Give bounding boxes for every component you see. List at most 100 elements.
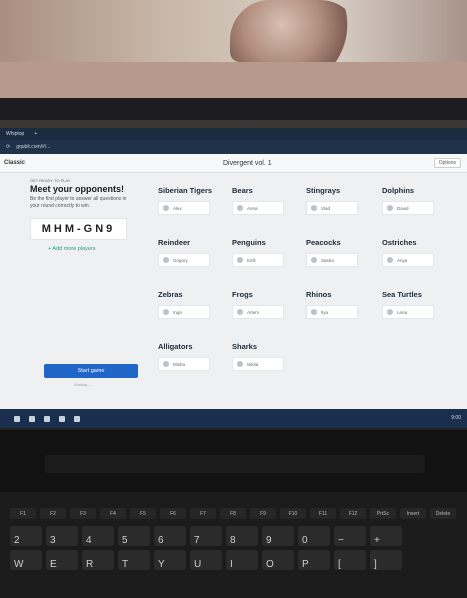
key-5[interactable]: 5 (118, 526, 150, 546)
key-3[interactable]: 3 (46, 526, 78, 546)
avatar-icon (311, 309, 317, 315)
player-card[interactable]: Lena (382, 305, 434, 319)
task-view-icon[interactable] (29, 415, 35, 422)
player-card[interactable]: Kirill (232, 253, 284, 267)
browser-icon[interactable] (44, 415, 50, 422)
team-peacocks: Peacocks Sasha (306, 238, 380, 267)
number-key-row: 2 3 4 5 6 7 8 9 0 − + (10, 526, 402, 546)
key-insert[interactable]: Insert (400, 508, 426, 519)
team-sea-turtles: Sea Turtles Lena (382, 290, 456, 319)
key-7[interactable]: 7 (190, 526, 222, 546)
key-f9[interactable]: F9 (250, 508, 276, 519)
player-card[interactable]: Ilya (306, 305, 358, 319)
key-u[interactable]: U (190, 550, 222, 570)
lobby-heading: Meet your opponents! (30, 184, 124, 194)
key-t[interactable]: T (118, 550, 150, 570)
options-button[interactable]: Options (433, 158, 461, 168)
keyboard: F1 F2 F3 F4 F5 F6 F7 F8 F9 F10 F11 F12 P… (0, 502, 467, 598)
key-f5[interactable]: F5 (130, 508, 156, 519)
refresh-icon[interactable]: ⟳ (6, 144, 10, 150)
browser-address-bar[interactable]: ⟳ gqubit.com/#/... (0, 140, 467, 154)
key-f12[interactable]: F12 (340, 508, 366, 519)
player-card[interactable]: Grigory (158, 253, 210, 267)
player-card[interactable]: Vlad (306, 201, 358, 215)
avatar-icon (387, 257, 393, 263)
key-f6[interactable]: F6 (160, 508, 186, 519)
player-card[interactable]: Misha (158, 357, 210, 371)
key-e[interactable]: E (46, 550, 78, 570)
key-delete[interactable]: Delete (430, 508, 456, 519)
player-card[interactable]: Inga (158, 305, 210, 319)
key-f3[interactable]: F3 (70, 508, 96, 519)
lobby-panel: GET READY TO PLAY Meet your opponents! B… (30, 176, 154, 412)
plant-decoration (230, 0, 360, 62)
team-sharks: Sharks Nikita (232, 342, 306, 371)
key-right-bracket[interactable]: ] (370, 550, 402, 570)
key-f8[interactable]: F8 (220, 508, 246, 519)
key-r[interactable]: R (82, 550, 114, 570)
url-text[interactable]: gqubit.com/#/... (16, 144, 50, 150)
avatar-icon (311, 257, 317, 263)
key-f10[interactable]: F10 (280, 508, 306, 519)
player-name: Sasha (321, 257, 334, 263)
key-o[interactable]: O (262, 550, 294, 570)
player-card[interactable]: Anya (382, 253, 434, 267)
key-8[interactable]: 8 (226, 526, 258, 546)
laptop-screen: Whiptop + ⟳ gqubit.com/#/... Classic Div… (0, 128, 467, 428)
team-name: Rhinos (306, 290, 332, 299)
add-players-link[interactable]: + Add more players (48, 246, 154, 252)
team-name: Peacocks (306, 238, 341, 247)
key-f4[interactable]: F4 (100, 508, 126, 519)
player-card[interactable]: David (382, 201, 434, 215)
store-icon[interactable] (74, 415, 80, 422)
avatar-icon (237, 205, 243, 211)
key-4[interactable]: 4 (82, 526, 114, 546)
team-name: Ostriches (382, 238, 417, 247)
key-left-bracket[interactable]: [ (334, 550, 366, 570)
avatar-icon (163, 309, 169, 315)
player-card[interactable]: Sasha (306, 253, 358, 267)
laptop-lid-top (0, 98, 467, 120)
key-p[interactable]: P (298, 550, 330, 570)
team-name: Alligators (158, 342, 193, 351)
key-2[interactable]: 2 (10, 526, 42, 546)
team-name: Zebras (158, 290, 183, 299)
file-explorer-icon[interactable] (59, 415, 65, 422)
key-f1[interactable]: F1 (10, 508, 36, 519)
key-minus[interactable]: − (334, 526, 366, 546)
function-key-row: F1 F2 F3 F4 F5 F6 F7 F8 F9 F10 F11 F12 P… (10, 508, 456, 519)
key-f11[interactable]: F11 (310, 508, 336, 519)
player-card[interactable]: Nikita (232, 357, 284, 371)
search-icon[interactable] (14, 415, 20, 422)
player-card[interactable]: Alex (158, 201, 210, 215)
browser-tab[interactable]: Whiptop (6, 131, 24, 137)
avatar-icon (387, 309, 393, 315)
key-y[interactable]: Y (154, 550, 186, 570)
player-name: Inga (173, 309, 182, 315)
photo-scene: Whiptop + ⟳ gqubit.com/#/... Classic Div… (0, 0, 467, 598)
key-9[interactable]: 9 (262, 526, 294, 546)
start-game-button[interactable]: Start game (44, 364, 138, 378)
key-plus[interactable]: + (370, 526, 402, 546)
player-card[interactable]: Anna (232, 201, 284, 215)
key-prtsc[interactable]: PrtSc (370, 508, 396, 519)
taskbar-clock[interactable]: 9:00 (451, 415, 461, 421)
key-i[interactable]: I (226, 550, 258, 570)
team-ostriches: Ostriches Anya (382, 238, 456, 267)
key-f2[interactable]: F2 (40, 508, 66, 519)
key-6[interactable]: 6 (154, 526, 186, 546)
key-w[interactable]: W (10, 550, 42, 570)
key-0[interactable]: 0 (298, 526, 330, 546)
app-header: Classic Divergent vol. 1 Options (0, 154, 467, 173)
team-dolphins: Dolphins David (382, 186, 456, 215)
lobby-description: Be the first player to answer all questi… (30, 196, 127, 209)
player-name: David (397, 205, 409, 211)
key-f7[interactable]: F7 (190, 508, 216, 519)
new-tab-icon[interactable]: + (34, 131, 37, 137)
team-name: Stingrays (306, 186, 341, 195)
team-frogs: Frogs Artem (232, 290, 306, 319)
team-name: Siberian Tigers (158, 186, 213, 195)
player-card[interactable]: Artem (232, 305, 284, 319)
browser-tab-bar: Whiptop + (0, 128, 467, 140)
windowsill (0, 62, 467, 100)
